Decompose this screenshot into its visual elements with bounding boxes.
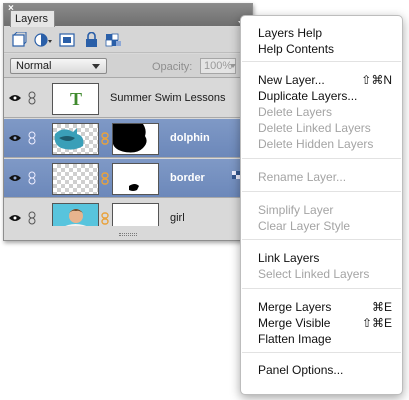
- lock-transparent-pixels-icon[interactable]: [105, 32, 122, 48]
- eye-icon[interactable]: [9, 174, 21, 182]
- menu-item-delete-linked-layers[interactable]: Delete Linked Layers: [258, 120, 392, 136]
- lock-icon[interactable]: [83, 31, 100, 48]
- layer-name: dolphin: [170, 132, 210, 144]
- menu-item-duplicate-layers[interactable]: Duplicate Layers...: [258, 88, 392, 104]
- menu-separator: [242, 158, 401, 159]
- menu-item-simplify-layer[interactable]: Simplify Layer: [258, 202, 392, 218]
- mask-link-icon[interactable]: [101, 212, 109, 225]
- menu-item-merge-layers[interactable]: Merge Layers ⌘E: [258, 299, 392, 315]
- mask-image: [113, 124, 147, 153]
- blend-mode-dropdown[interactable]: Normal: [10, 58, 107, 74]
- layer-mask-icon[interactable]: [59, 32, 76, 48]
- link-icon[interactable]: [28, 211, 36, 225]
- menu-item-help-contents[interactable]: Help Contents: [258, 41, 392, 57]
- menu-item-merge-visible[interactable]: Merge Visible ⇧⌘E: [258, 315, 392, 331]
- layer-mask-thumbnail[interactable]: [112, 163, 159, 195]
- menu-separator: [242, 352, 401, 353]
- menu-item-clear-layer-style[interactable]: Clear Layer Style: [258, 218, 392, 234]
- panel-title-bar: × Layers: [4, 4, 252, 27]
- new-fill-adjustment-layer-icon[interactable]: [34, 32, 52, 48]
- resize-grip-icon[interactable]: [119, 233, 137, 236]
- chevron-down-icon[interactable]: [230, 64, 236, 68]
- link-icon[interactable]: [28, 91, 36, 105]
- menu-item-panel-options[interactable]: Panel Options...: [258, 362, 392, 378]
- tab-layers[interactable]: Layers: [10, 10, 56, 27]
- panel-flyout-menu: Layers Help Help Contents New Layer... ⇧⌘…: [240, 15, 403, 395]
- menu-separator: [242, 61, 401, 62]
- eye-icon[interactable]: [9, 214, 21, 222]
- shortcut-label: ⇧⌘N: [361, 73, 392, 87]
- new-layer-icon[interactable]: [11, 31, 28, 48]
- link-icon[interactable]: [28, 171, 36, 185]
- layer-name: girl: [170, 212, 185, 224]
- menu-item-delete-layers[interactable]: Delete Layers: [258, 104, 392, 120]
- mask-link-icon[interactable]: [101, 132, 109, 145]
- menu-item-link-layers[interactable]: Link Layers: [258, 250, 392, 266]
- blend-mode-value: Normal: [16, 60, 52, 72]
- text-layer-icon: T: [70, 89, 83, 109]
- layer-row[interactable]: T Summer Swim Lessons: [4, 79, 252, 118]
- shortcut-label: ⌘E: [371, 300, 392, 314]
- menu-separator: [242, 191, 401, 192]
- menu-item-layers-help[interactable]: Layers Help: [258, 25, 392, 41]
- layer-options-bar: Normal Opacity: 100%: [4, 54, 252, 78]
- menu-separator: [242, 288, 401, 289]
- menu-item-new-layer[interactable]: New Layer... ⇧⌘N: [258, 72, 392, 88]
- layers-panel: × Layers Normal Opacity: 100% T Summer S…: [3, 3, 253, 241]
- layer-thumbnail[interactable]: T: [52, 83, 99, 115]
- mask-image: [129, 184, 139, 191]
- menu-separator: [242, 239, 401, 240]
- layer-name: Summer Swim Lessons: [110, 92, 226, 104]
- layer-thumbnail[interactable]: [52, 163, 99, 195]
- panel-resize-area: [4, 226, 252, 240]
- layer-name: border: [170, 172, 205, 184]
- menu-item-rename-layer[interactable]: Rename Layer...: [258, 169, 392, 185]
- menu-item-select-linked-layers[interactable]: Select Linked Layers: [258, 266, 392, 282]
- shortcut-label: ⇧⌘E: [361, 316, 392, 330]
- eye-icon[interactable]: [9, 94, 21, 102]
- layer-row[interactable]: border: [4, 159, 252, 198]
- chevron-down-icon: [92, 64, 100, 69]
- link-icon[interactable]: [28, 131, 36, 145]
- layer-mask-thumbnail[interactable]: [112, 123, 159, 155]
- layer-row[interactable]: dolphin: [4, 119, 252, 158]
- layer-thumbnail[interactable]: [52, 123, 99, 155]
- mask-link-icon[interactable]: [101, 172, 109, 185]
- menu-item-delete-hidden-layers[interactable]: Delete Hidden Layers: [258, 136, 392, 152]
- eye-icon[interactable]: [9, 134, 21, 142]
- layers-toolbar: [4, 27, 252, 53]
- menu-item-flatten-image[interactable]: Flatten Image: [258, 331, 392, 347]
- dolphin-image: [54, 128, 84, 150]
- opacity-label: Opacity:: [152, 61, 193, 73]
